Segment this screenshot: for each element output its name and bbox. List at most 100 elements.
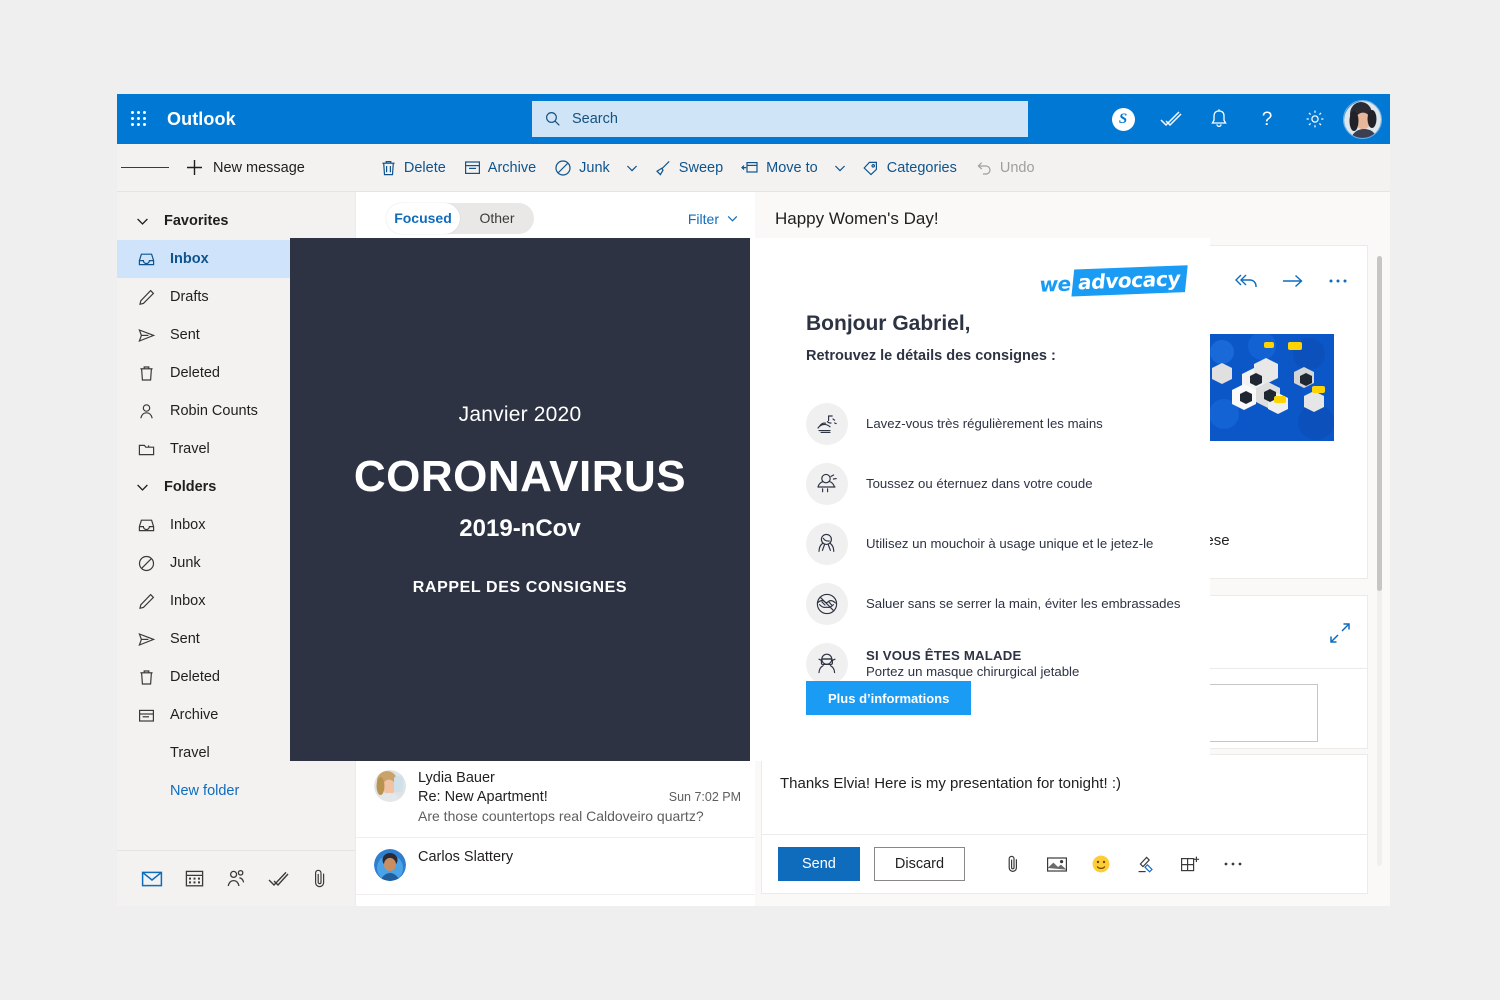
move-to-dropdown-chevron[interactable] [827, 153, 853, 183]
new-folder-label: New folder [170, 783, 239, 799]
more-info-button[interactable]: Plus d’informations [806, 681, 971, 715]
message-time: Sun 7:02 PM [669, 790, 741, 804]
reading-pane-scrollbar[interactable] [1377, 256, 1382, 866]
calendar-icon[interactable] [173, 856, 215, 902]
archive-label: Archive [488, 160, 536, 176]
tab-other[interactable]: Other [460, 203, 534, 234]
emoji-icon[interactable] [1083, 847, 1119, 881]
sidebar-item-label: Drafts [170, 289, 209, 305]
table-row[interactable]: Lydia Bauer Re: New Apartment! Sun 7:02 … [356, 759, 755, 838]
no-handshake-icon [806, 583, 848, 625]
sidebar-item-label: Deleted [170, 365, 220, 381]
list-item-strong: SI VOUS ÊTES MALADE [866, 648, 1079, 664]
notifications-bell-icon[interactable] [1195, 94, 1243, 144]
delete-button[interactable]: Delete [371, 152, 455, 184]
sweep-button[interactable]: Sweep [645, 152, 732, 184]
list-item-sublabel: Portez un masque chirurgical jetable [866, 664, 1079, 679]
logo-text-advocacy: advocacy [1072, 265, 1188, 296]
favorites-group-header[interactable]: Favorites [117, 202, 355, 240]
we-advocacy-logo: we advocacy [1038, 265, 1187, 298]
avatar[interactable] [1343, 100, 1382, 139]
trash-icon [380, 159, 397, 177]
poster-date: Janvier 2020 [459, 403, 582, 427]
tag-icon [862, 159, 880, 177]
help-icon[interactable]: ? [1243, 94, 1291, 144]
tab-focused[interactable]: Focused [386, 203, 460, 234]
filter-button[interactable]: Filter [688, 211, 739, 227]
message-sender: Carlos Slattery [418, 849, 741, 865]
forward-icon[interactable] [1281, 272, 1305, 290]
todo-icon[interactable] [257, 856, 299, 902]
attachment-icon[interactable] [299, 856, 341, 902]
logo-text-we: we [1039, 271, 1073, 296]
expand-icon[interactable] [1329, 622, 1351, 644]
search-input[interactable] [572, 111, 1016, 127]
trash-icon [137, 668, 156, 687]
search-box[interactable] [532, 101, 1028, 137]
sweep-label: Sweep [679, 160, 723, 176]
avatar [374, 849, 406, 881]
sidebar-item-label: Robin Counts [170, 403, 258, 419]
chevron-down-icon [135, 480, 150, 495]
more-options-icon[interactable] [1215, 847, 1251, 881]
discard-button[interactable]: Discard [874, 847, 965, 881]
block-icon [554, 159, 572, 177]
app-launcher-icon[interactable] [117, 94, 161, 144]
message-preview: Are those countertops real Caldoveiro qu… [418, 808, 741, 824]
new-folder-link[interactable]: New folder [117, 772, 355, 810]
reply-all-icon[interactable] [1235, 272, 1259, 290]
sidebar-item-label: Travel [170, 745, 210, 761]
undo-icon [975, 159, 993, 177]
command-bar: New message Delete Archive [117, 144, 1390, 192]
move-to-label: Move to [766, 160, 818, 176]
filter-label: Filter [688, 211, 719, 227]
compose-body-text[interactable]: Thanks Elvia! Here is my presentation fo… [762, 755, 1367, 834]
insert-picture-icon[interactable] [1039, 847, 1075, 881]
avatar [374, 770, 406, 802]
todo-check-icon[interactable] [1147, 94, 1195, 144]
email-image [1204, 334, 1334, 441]
new-message-button[interactable]: New message [177, 152, 313, 183]
add-in-icon[interactable] [1171, 847, 1207, 881]
compose-toolbar: Send Discard [762, 834, 1367, 893]
plus-icon [185, 158, 204, 177]
mail-icon[interactable] [131, 856, 173, 902]
poster-title: CORONAVIRUS [354, 455, 686, 499]
move-to-icon [741, 159, 759, 176]
face-mask-icon [806, 643, 848, 685]
scrollbar-thumb[interactable] [1377, 256, 1382, 591]
send-icon [137, 630, 156, 649]
gear-icon[interactable] [1291, 94, 1339, 144]
list-item: Lavez-vous très régulièrement les mains [806, 394, 1186, 454]
new-message-label: New message [213, 160, 305, 176]
people-icon[interactable] [215, 856, 257, 902]
focused-other-pivot[interactable]: Focused Other [386, 203, 534, 234]
app-brand-title: Outlook [167, 109, 236, 130]
email-greeting: Bonjour Gabriel, [806, 312, 971, 336]
coronavirus-poster-panel: Janvier 2020 CORONAVIRUS 2019-nCov RAPPE… [290, 238, 750, 761]
archive-button[interactable]: Archive [455, 152, 545, 183]
inbox-icon [137, 516, 156, 535]
pencil-icon [137, 592, 156, 611]
poster-subtitle: 2019-nCov [459, 515, 580, 543]
table-row[interactable]: Carlos Slattery [356, 838, 755, 895]
signature-icon[interactable] [1127, 847, 1163, 881]
archive-icon [464, 159, 481, 176]
more-options-icon[interactable] [1327, 272, 1349, 290]
sidebar-item-label: Sent [170, 327, 200, 343]
junk-button[interactable]: Junk [545, 152, 619, 184]
header-icon-group: S ? [1099, 94, 1390, 144]
menu-toggle-icon[interactable] [121, 144, 169, 192]
send-button[interactable]: Send [778, 847, 860, 881]
cough-elbow-icon [806, 463, 848, 505]
attachment-icon[interactable] [995, 847, 1031, 881]
delete-label: Delete [404, 160, 446, 176]
sidebar-item-label: Deleted [170, 669, 220, 685]
message-actions [1191, 272, 1349, 290]
junk-dropdown-chevron[interactable] [619, 153, 645, 183]
skype-icon[interactable]: S [1099, 94, 1147, 144]
move-to-button[interactable]: Move to [732, 152, 827, 183]
favorites-label: Favorites [164, 213, 228, 229]
categories-button[interactable]: Categories [853, 152, 966, 184]
hygiene-tips-list: Lavez-vous très régulièrement les mains … [806, 394, 1186, 694]
